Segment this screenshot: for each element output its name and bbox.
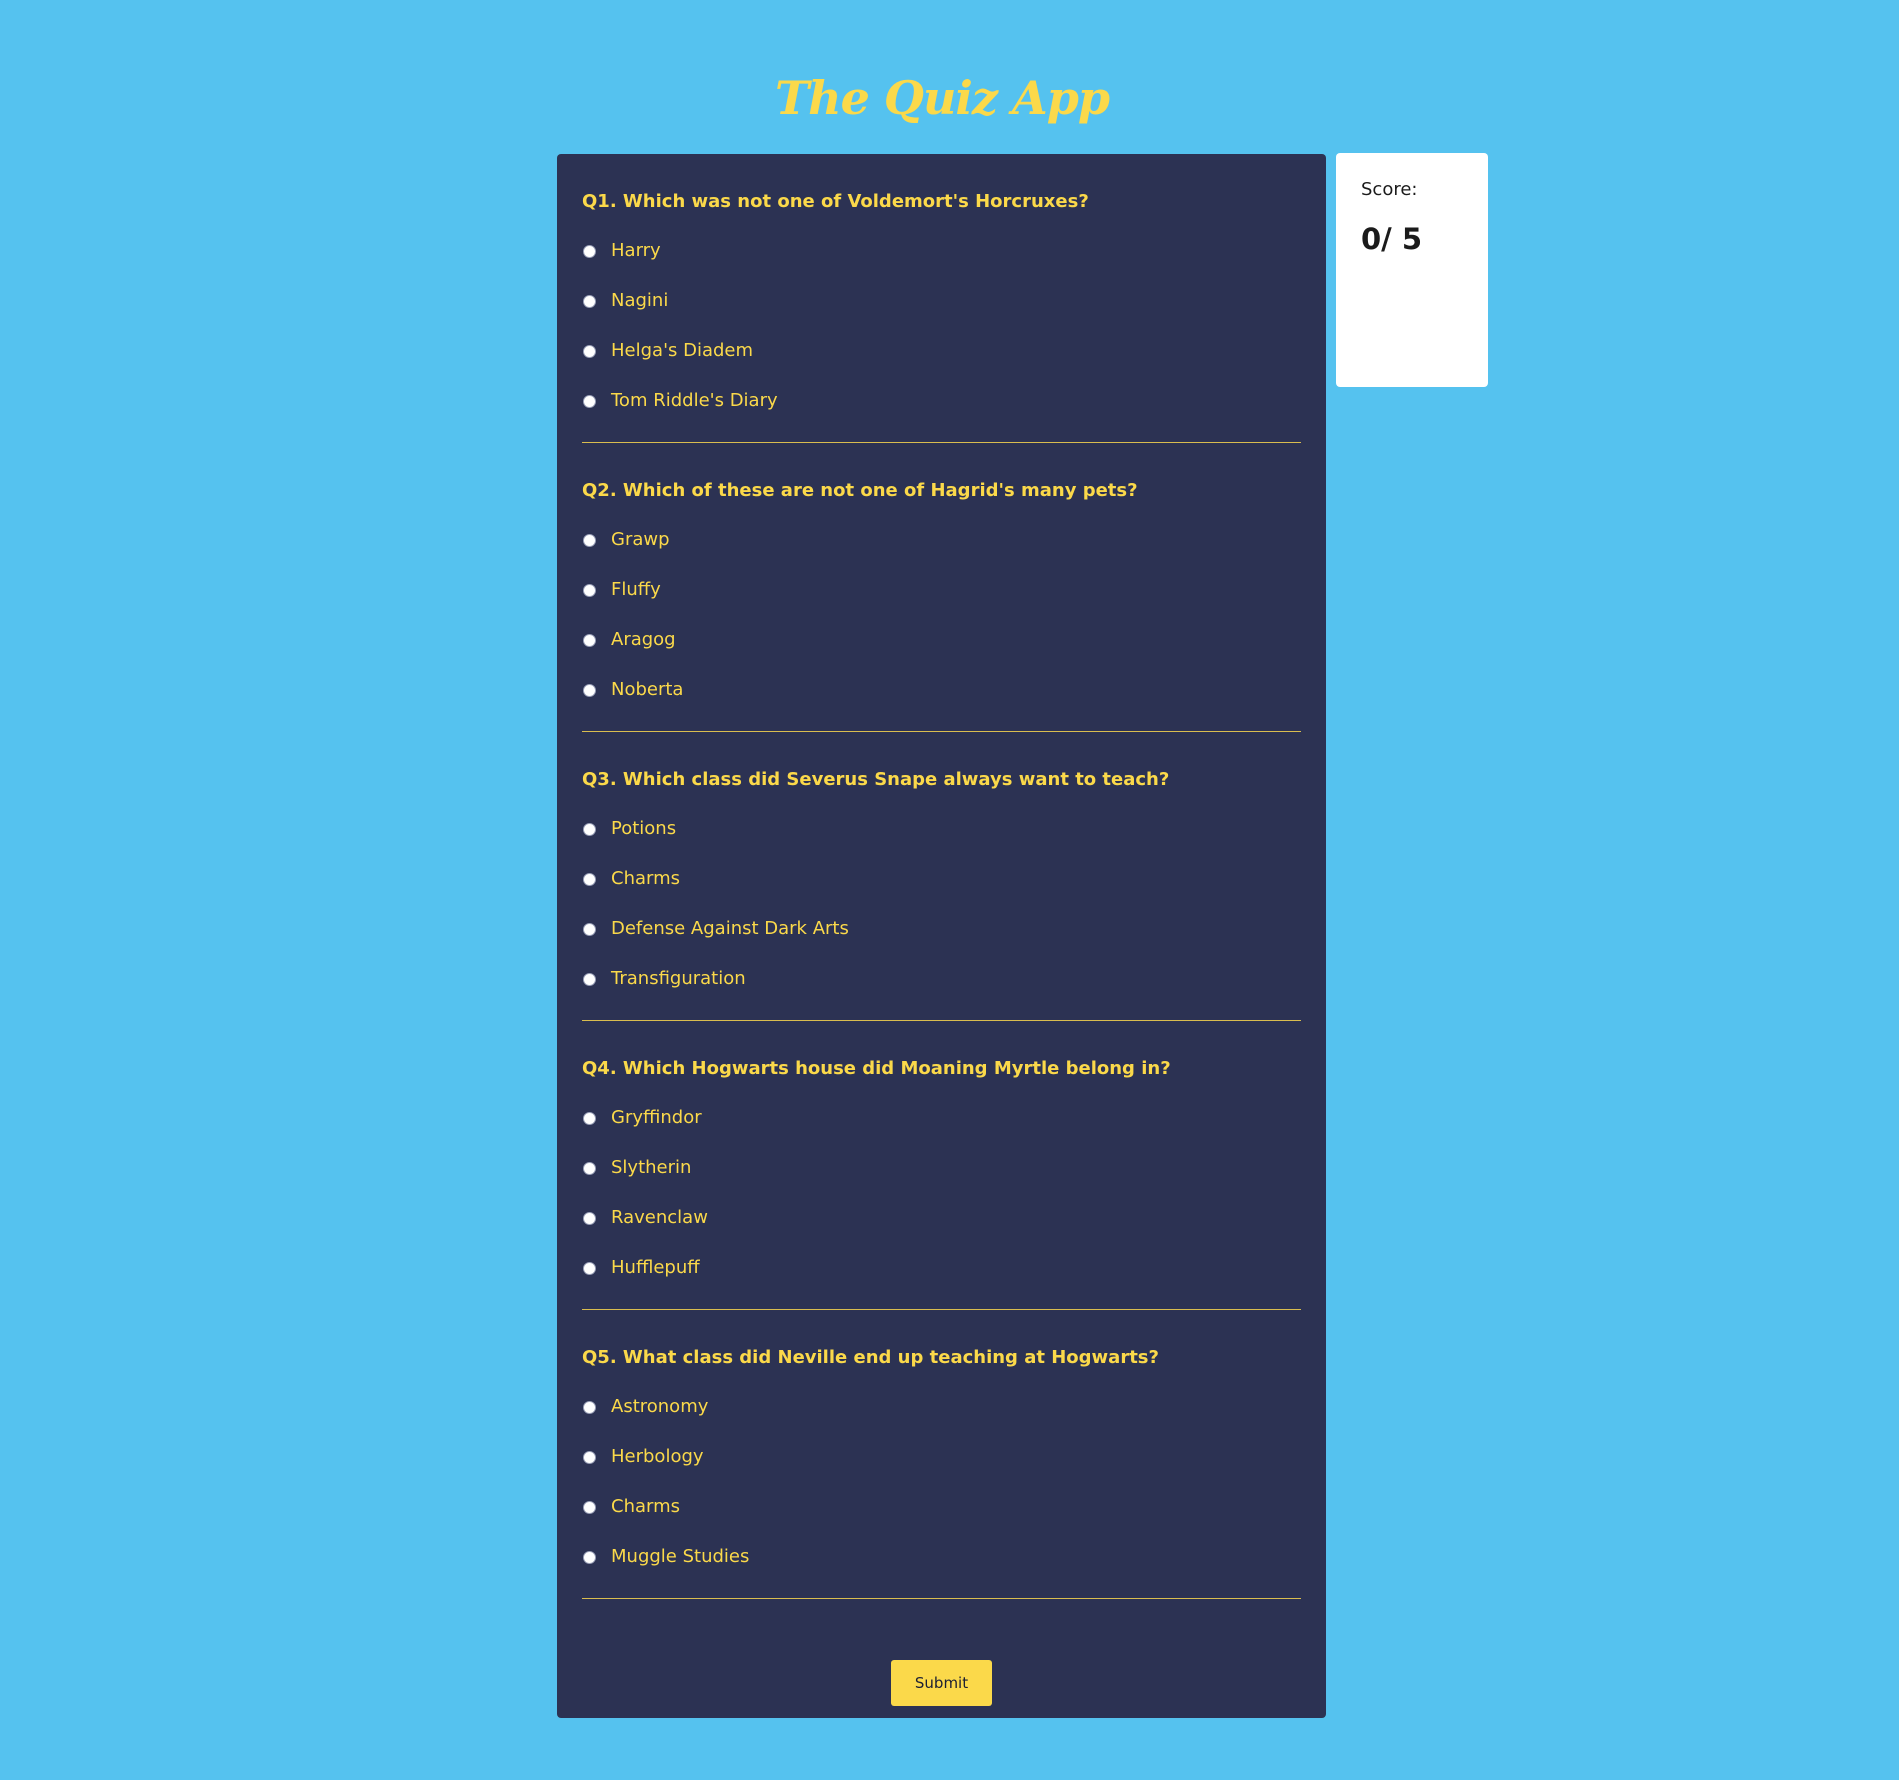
question-1: Q1. Which was not one of Voldemort's Hor… — [582, 154, 1301, 443]
radio-button[interactable] — [583, 244, 596, 258]
answer-label: Gryffindor — [611, 1107, 702, 1128]
answer-label: Potions — [611, 818, 677, 839]
answer-label: Defense Against Dark Arts — [611, 918, 849, 939]
radio-button[interactable] — [583, 972, 596, 986]
answer-label: Hufflepuff — [611, 1257, 700, 1278]
answer-label: Aragog — [611, 629, 676, 650]
question-title: Q4. Which Hogwarts house did Moaning Myr… — [582, 1058, 1171, 1079]
score-card: Score: 0/ 5 — [1336, 153, 1488, 387]
answer-option[interactable]: Noberta — [582, 677, 683, 703]
answer-option[interactable]: Potions — [582, 816, 676, 842]
radio-button[interactable] — [583, 1261, 596, 1275]
answer-option[interactable]: Charms — [582, 866, 680, 892]
question-5: Q5. What class did Neville end up teachi… — [582, 1310, 1301, 1599]
answer-label: Herbology — [611, 1446, 704, 1467]
radio-button[interactable] — [583, 1111, 596, 1125]
answer-option[interactable]: Gryffindor — [582, 1105, 702, 1131]
answer-option[interactable]: Charms — [582, 1494, 680, 1520]
answer-label: Slytherin — [611, 1157, 692, 1178]
answer-label: Ravenclaw — [611, 1207, 708, 1228]
score-value: 0/ 5 — [1361, 222, 1423, 256]
app-title: The Quiz App — [774, 71, 1110, 125]
question-title: Q5. What class did Neville end up teachi… — [582, 1347, 1159, 1368]
radio-button[interactable] — [583, 922, 596, 936]
answer-option[interactable]: Harry — [582, 238, 661, 264]
answer-option[interactable]: Transfiguration — [582, 966, 746, 992]
answer-label: Muggle Studies — [611, 1546, 750, 1567]
radio-button[interactable] — [583, 1211, 596, 1225]
radio-button[interactable] — [583, 533, 596, 547]
radio-button[interactable] — [583, 344, 596, 358]
radio-button[interactable] — [583, 583, 596, 597]
answer-option[interactable]: Hufflepuff — [582, 1255, 700, 1281]
radio-button[interactable] — [583, 1161, 596, 1175]
radio-button[interactable] — [583, 1450, 596, 1464]
answer-option[interactable]: Tom Riddle's Diary — [582, 388, 778, 414]
radio-button[interactable] — [583, 822, 596, 836]
radio-button[interactable] — [583, 294, 596, 308]
radio-button[interactable] — [583, 633, 596, 647]
radio-button[interactable] — [583, 872, 596, 886]
radio-button[interactable] — [583, 1500, 596, 1514]
answer-option[interactable]: Fluffy — [582, 577, 661, 603]
answer-option[interactable]: Slytherin — [582, 1155, 691, 1181]
answer-option[interactable]: Herbology — [582, 1444, 704, 1470]
answer-option[interactable]: Grawp — [582, 527, 670, 553]
answer-label: Tom Riddle's Diary — [611, 390, 778, 411]
radio-button[interactable] — [583, 683, 596, 697]
submit-button[interactable]: Submit — [891, 1660, 992, 1706]
answer-label: Transfiguration — [611, 968, 746, 989]
answer-label: Grawp — [611, 529, 670, 550]
answer-label: Nagini — [611, 290, 669, 311]
answer-label: Harry — [611, 240, 661, 261]
answer-label: Charms — [611, 868, 681, 889]
question-3: Q3. Which class did Severus Snape always… — [582, 732, 1301, 1021]
answer-label: Charms — [611, 1496, 681, 1517]
question-title: Q1. Which was not one of Voldemort's Hor… — [582, 191, 1089, 212]
answer-option[interactable]: Ravenclaw — [582, 1205, 708, 1231]
question-2: Q2. Which of these are not one of Hagrid… — [582, 443, 1301, 732]
answer-option[interactable]: Muggle Studies — [582, 1544, 749, 1570]
answer-option[interactable]: Aragog — [582, 627, 676, 653]
question-title: Q2. Which of these are not one of Hagrid… — [582, 480, 1138, 501]
answer-option[interactable]: Nagini — [582, 288, 668, 314]
answer-label: Fluffy — [611, 579, 661, 600]
question-4: Q4. Which Hogwarts house did Moaning Myr… — [582, 1021, 1301, 1310]
answer-option[interactable]: Defense Against Dark Arts — [582, 916, 849, 942]
score-label: Score: — [1361, 179, 1418, 200]
answer-option[interactable]: Helga's Diadem — [582, 338, 753, 364]
radio-button[interactable] — [583, 1550, 596, 1564]
answer-label: Noberta — [611, 679, 684, 700]
answer-option[interactable]: Astronomy — [582, 1394, 708, 1420]
answer-label: Astronomy — [611, 1396, 709, 1417]
answer-label: Helga's Diadem — [611, 340, 754, 361]
quiz-form: Q1. Which was not one of Voldemort's Hor… — [557, 154, 1326, 1718]
radio-button[interactable] — [583, 1400, 596, 1414]
radio-button[interactable] — [583, 394, 596, 408]
question-title: Q3. Which class did Severus Snape always… — [582, 769, 1170, 790]
